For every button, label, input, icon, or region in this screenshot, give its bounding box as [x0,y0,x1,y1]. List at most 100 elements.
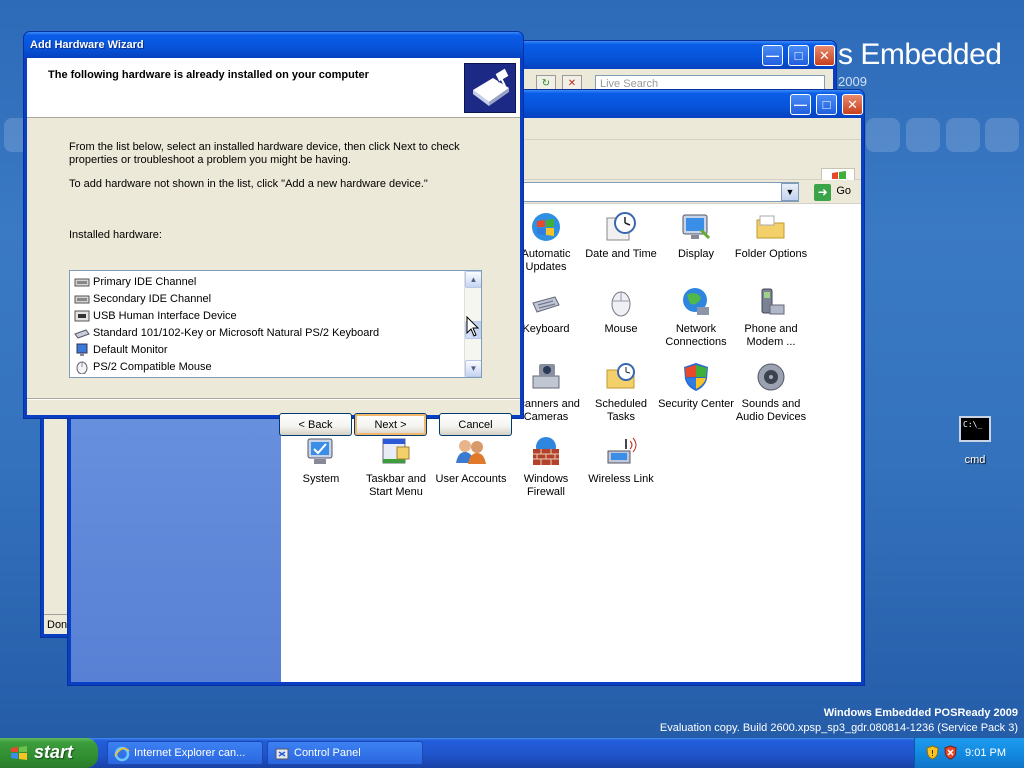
cp-item-wireless-link[interactable]: Wireless Link [581,435,661,486]
cp-item-display[interactable]: Display [656,210,736,261]
cp-item-scheduled-tasks[interactable]: Scheduled Tasks [581,360,661,424]
list-item[interactable]: Secondary IDE Channel [74,290,211,307]
wizard-title: Add Hardware Wizard [30,39,144,51]
svg-text:!: ! [931,749,934,758]
cmd-icon: C:\_ [959,416,991,442]
wizard-add-hint: To add hardware not shown in the list, c… [69,178,428,190]
automatic-updates-icon [529,210,563,244]
taskbar-item-internet-explorer[interactable]: Internet Explorer can... [107,741,263,765]
taskbar-start-menu-icon [379,435,413,469]
installed-hardware-label: Installed hardware: [69,229,162,241]
cp-maximize-button[interactable]: □ [816,94,837,115]
scanners-cameras-icon [529,360,563,394]
wallpaper-brand-text: s Embedded [838,38,1002,71]
network-connections-icon [679,285,713,319]
cp-item-windows-firewall[interactable]: Windows Firewall [506,435,586,499]
wallpaper-brand-year: 2009 [838,74,867,89]
internet-explorer-icon [114,746,130,762]
wizard-title-bar[interactable]: Add Hardware Wizard [24,32,523,58]
scheduled-tasks-icon [604,360,638,394]
taskbar-clock[interactable]: 9:01 PM [965,747,1006,759]
address-dropdown-button[interactable]: ▼ [781,183,799,201]
ide-channel-icon [74,275,90,289]
monitor-icon [74,343,90,357]
keyboard-icon [74,326,90,340]
list-item[interactable]: Standard 101/102-Key or Microsoft Natura… [74,324,379,341]
mouse-cursor-icon [466,316,480,337]
desktop-icon-cmd-label: cmd [964,454,986,466]
refresh-icon: ↻ [541,78,551,89]
taskbar-item-control-panel[interactable]: Control Panel [267,741,423,765]
scroll-up-button[interactable]: ▲ [465,271,481,288]
cp-item-system[interactable]: System [281,435,361,486]
chevron-down-icon: ▼ [469,364,478,373]
wizard-button-separator [27,398,520,400]
chevron-up-icon: ▲ [469,275,478,284]
cp-item-date-time[interactable]: Date and Time [581,210,661,261]
security-shield-icon[interactable]: ! [925,745,940,760]
cp-item-sounds-audio[interactable]: Sounds and Audio Devices [731,360,811,424]
cp-item-mouse[interactable]: Mouse [581,285,661,336]
date-time-icon [604,210,638,244]
cp-item-user-accounts[interactable]: User Accounts [431,435,511,486]
desktop-icon-cmd[interactable]: C:\_ cmd [956,416,994,466]
cp-item-security-center[interactable]: Security Center [656,360,736,411]
display-icon [679,210,713,244]
go-arrow-icon: ➜ [814,184,832,201]
cp-item-phone-modem[interactable]: Phone and Modem ... [731,285,811,349]
control-panel-icon [274,746,290,762]
folder-options-icon [754,210,788,244]
mouse-icon [74,360,90,374]
wizard-intro-line2: properties or troubleshoot a problem you… [69,154,351,166]
installed-hardware-list[interactable]: Primary IDE Channel Secondary IDE Channe… [69,270,482,378]
ie-maximize-button[interactable]: □ [788,45,809,66]
usb-device-icon [74,309,90,323]
cp-minimize-button[interactable]: — [790,94,811,115]
go-button[interactable]: ➜ Go [814,182,851,202]
list-item[interactable]: Default Monitor [74,341,168,358]
stop-icon: ✕ [567,78,577,89]
sounds-audio-icon [754,360,788,394]
os-edition-label: Windows Embedded POSReady 2009 [823,707,1018,719]
close-icon: ✕ [819,47,830,63]
wizard-header: The following hardware is already instal… [27,58,520,118]
next-button[interactable]: Next > [354,413,427,436]
wireless-link-icon [604,435,638,469]
back-button[interactable]: < Back [279,413,352,436]
cp-item-network-connections[interactable]: Network Connections [656,285,736,349]
wizard-intro-line1: From the list below, select an installed… [69,141,460,153]
ie-close-button[interactable]: ✕ [814,45,835,66]
cp-item-folder-options[interactable]: Folder Options [731,210,811,261]
maximize-icon: □ [822,97,831,112]
start-label: start [34,742,74,762]
scroll-down-button[interactable]: ▼ [465,360,481,377]
cp-close-button[interactable]: ✕ [842,94,863,115]
system-icon [304,435,338,469]
add-hardware-wizard-dialog[interactable]: Add Hardware Wizard The following hardwa… [23,31,524,436]
hardware-wizard-icon [464,63,516,113]
user-accounts-icon [454,435,488,469]
taskbar: start Internet Explorer can... Control P… [0,738,1024,768]
wizard-heading: The following hardware is already instal… [48,69,369,81]
windows-flag-icon [11,746,27,760]
phone-modem-icon [754,285,788,319]
security-center-icon [679,360,713,394]
windows-firewall-icon [529,435,563,469]
ie-minimize-button[interactable]: — [762,45,783,66]
start-button[interactable]: start [0,738,98,768]
list-item[interactable]: PS/2 Compatible Mouse [74,358,212,375]
security-alert-icon[interactable] [943,745,958,760]
minimize-icon: — [766,48,779,63]
maximize-icon: □ [794,48,803,63]
mouse-icon [604,285,638,319]
list-item[interactable]: Primary IDE Channel [74,273,196,290]
minimize-icon: — [794,97,807,112]
os-build-label: Evaluation copy. Build 2600.xpsp_sp3_gdr… [659,722,1018,734]
cp-item-taskbar-start-menu[interactable]: Taskbar and Start Menu [356,435,436,499]
keyboard-icon [529,285,563,319]
wizard-client-area: The following hardware is already instal… [27,58,520,436]
cancel-button[interactable]: Cancel [439,413,512,436]
ide-channel-icon [74,292,90,306]
list-item[interactable]: USB Human Interface Device [74,307,237,324]
go-label: Go [836,185,851,197]
